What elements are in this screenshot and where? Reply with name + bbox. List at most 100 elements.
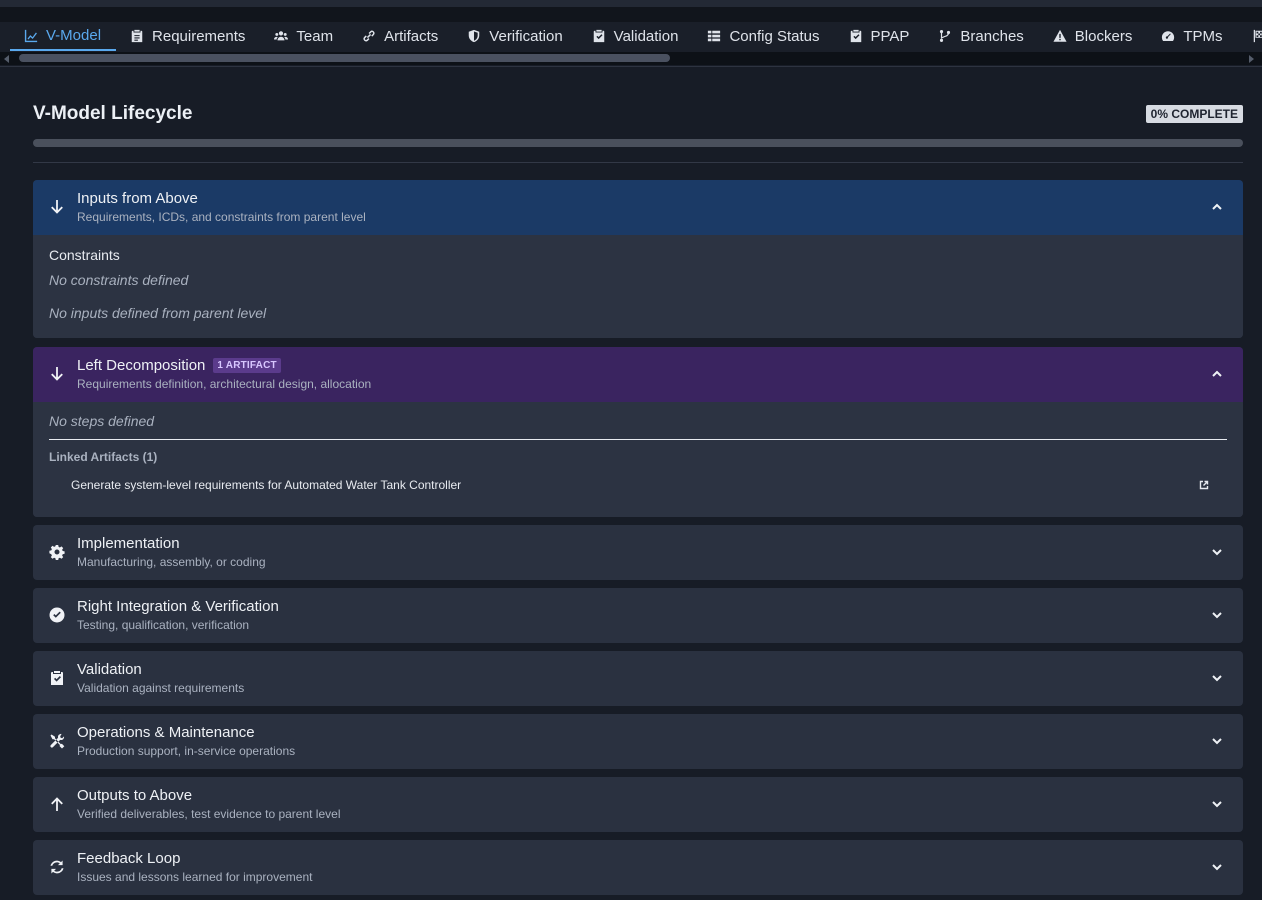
tab-label: Blockers [1074, 27, 1133, 45]
artifact-count-badge: 1 ARTIFACT [213, 358, 281, 373]
tab-label: TPMs [1183, 27, 1223, 45]
phase-header[interactable]: Feedback Loop Issues and lessons learned… [33, 840, 1243, 895]
phase-title: Feedback Loop [77, 850, 181, 867]
phase-header[interactable]: Operations & Maintenance Production supp… [33, 714, 1243, 769]
chevron-down-icon[interactable] [1211, 861, 1223, 873]
constraints-label: Constraints [49, 247, 120, 263]
scroll-right-arrow[interactable] [1249, 55, 1254, 63]
tab-label: Branches [960, 27, 1024, 45]
phase-left-decomposition: Left Decomposition 1 ARTIFACT Requiremen… [33, 347, 1243, 517]
chart-line-icon [24, 29, 38, 42]
steps-empty: No steps defined [49, 413, 155, 429]
phase-header[interactable]: Right Integration & Verification Testing… [33, 588, 1243, 643]
phase-header[interactable]: Inputs from Above Requirements, ICDs, an… [33, 180, 1243, 235]
phase-subtitle: Verified deliverables, test evidence to … [77, 807, 341, 821]
chevron-down-icon[interactable] [1211, 672, 1223, 684]
tab-team[interactable]: Team [260, 22, 348, 50]
phase-title: Inputs from Above [77, 190, 198, 207]
phase-header[interactable]: Left Decomposition 1 ARTIFACT Requiremen… [33, 347, 1243, 402]
panel-header: V-Model Lifecycle 0% COMPLETE [33, 90, 1243, 136]
phase-implementation[interactable]: Implementation Manufacturing, assembly, … [33, 525, 1243, 580]
divider [0, 66, 1262, 67]
completion-badge: 0% COMPLETE [1145, 105, 1243, 123]
flag-checkered-icon [1253, 29, 1262, 43]
chevron-down-icon[interactable] [1211, 798, 1223, 810]
phase-feedback-loop[interactable]: Feedback Loop Issues and lessons learned… [33, 840, 1243, 895]
tab-label: PPAP [870, 27, 910, 45]
chevron-up-icon[interactable] [1211, 201, 1223, 213]
tab-ppap[interactable]: PPAP [835, 22, 925, 50]
sync-icon [50, 860, 64, 874]
check-circle-icon [49, 607, 65, 623]
link-icon [363, 30, 375, 42]
tab-validation[interactable]: Validation [578, 22, 694, 50]
chevron-down-icon[interactable] [1211, 609, 1223, 621]
chevron-down-icon[interactable] [1211, 735, 1223, 747]
linked-artifact-item[interactable]: Generate system-level requirements for A… [71, 478, 1223, 492]
phase-operations-maintenance[interactable]: Operations & Maintenance Production supp… [33, 714, 1243, 769]
phase-header[interactable]: Implementation Manufacturing, assembly, … [33, 525, 1243, 580]
tab-label: V-Model [46, 27, 102, 44]
code-branch-icon [940, 30, 951, 42]
top-gap [0, 7, 1262, 22]
phase-inputs-from-above: Inputs from Above Requirements, ICDs, an… [33, 180, 1243, 338]
scrollbar-thumb[interactable] [19, 54, 670, 62]
phase-title: Implementation [77, 535, 180, 552]
clipboard-check-icon [850, 29, 861, 43]
tab-label: Artifacts [384, 27, 439, 45]
phase-validation[interactable]: Validation Validation against requiremen… [33, 651, 1243, 706]
phase-title: Right Integration & Verification [77, 598, 279, 615]
tab-label: Validation [613, 27, 679, 45]
phase-body: Constraints No constraints defined No in… [33, 235, 1243, 338]
phase-body: No steps defined Linked Artifacts (1) Ge… [33, 402, 1243, 517]
tab-label: Config Status [729, 27, 820, 45]
scroll-left-arrow[interactable] [4, 55, 9, 63]
v-model-panel: V-Model Lifecycle 0% COMPLETE Inputs fro… [33, 90, 1243, 895]
tools-icon [50, 733, 65, 749]
phase-subtitle: Validation against requirements [77, 681, 245, 695]
arrow-up-icon [51, 797, 63, 811]
phase-outputs-to-above[interactable]: Outputs to Above Verified deliverables, … [33, 777, 1243, 832]
phase-title: Validation [77, 661, 142, 678]
phase-subtitle: Manufacturing, assembly, or coding [77, 555, 266, 569]
warning-icon [1053, 29, 1067, 42]
phase-subtitle: Requirements, ICDs, and constraints from… [77, 210, 366, 224]
tab-blockers[interactable]: Blockers [1039, 22, 1148, 50]
tab-label: Team [296, 27, 334, 45]
artifact-label: Generate system-level requirements for A… [71, 478, 462, 492]
clipboard-check-icon [51, 671, 63, 685]
constraints-empty: No constraints defined [49, 272, 189, 288]
phase-subtitle: Production support, in-service operation… [77, 744, 296, 758]
chevron-up-icon[interactable] [1211, 368, 1223, 380]
linked-artifacts-title: Linked Artifacts (1) [49, 450, 158, 464]
clipboard-check-icon [593, 29, 604, 43]
top-strip [0, 0, 1262, 7]
tab-label: Verification [489, 27, 563, 45]
horizontal-scrollbar[interactable] [0, 52, 1262, 65]
external-link-icon[interactable] [1199, 480, 1209, 490]
tab-verification[interactable]: Verification [453, 22, 577, 50]
phase-header[interactable]: Outputs to Above Verified deliverables, … [33, 777, 1243, 832]
clipboard-list-icon [131, 29, 143, 43]
inputs-empty: No inputs defined from parent level [49, 305, 267, 321]
users-icon [274, 31, 289, 41]
progress-bar [33, 139, 1243, 147]
tab-config-status[interactable]: Config Status [693, 22, 834, 50]
chevron-down-icon[interactable] [1211, 546, 1223, 558]
gauge-icon [1162, 31, 1175, 41]
panel-divider [33, 162, 1243, 163]
tab-artifacts[interactable]: Artifacts [348, 22, 453, 50]
steps-rule [49, 439, 1227, 440]
tab-requirements[interactable]: Requirements [116, 22, 260, 50]
phase-subtitle: Testing, qualification, verification [77, 618, 250, 632]
arrow-down-icon [51, 200, 63, 214]
arrow-down-icon [51, 367, 63, 381]
tab-branches[interactable]: Branches [924, 22, 1038, 50]
phase-title: Left Decomposition 1 ARTIFACT [77, 357, 281, 374]
phase-right-integration-verification[interactable]: Right Integration & Verification Testing… [33, 588, 1243, 643]
shield-icon [469, 29, 480, 43]
phase-header[interactable]: Validation Validation against requiremen… [33, 651, 1243, 706]
tab-v-model[interactable]: V-Model [10, 22, 117, 51]
tab-tpms[interactable]: TPMs [1147, 22, 1237, 50]
tab-flag[interactable] [1238, 22, 1262, 50]
